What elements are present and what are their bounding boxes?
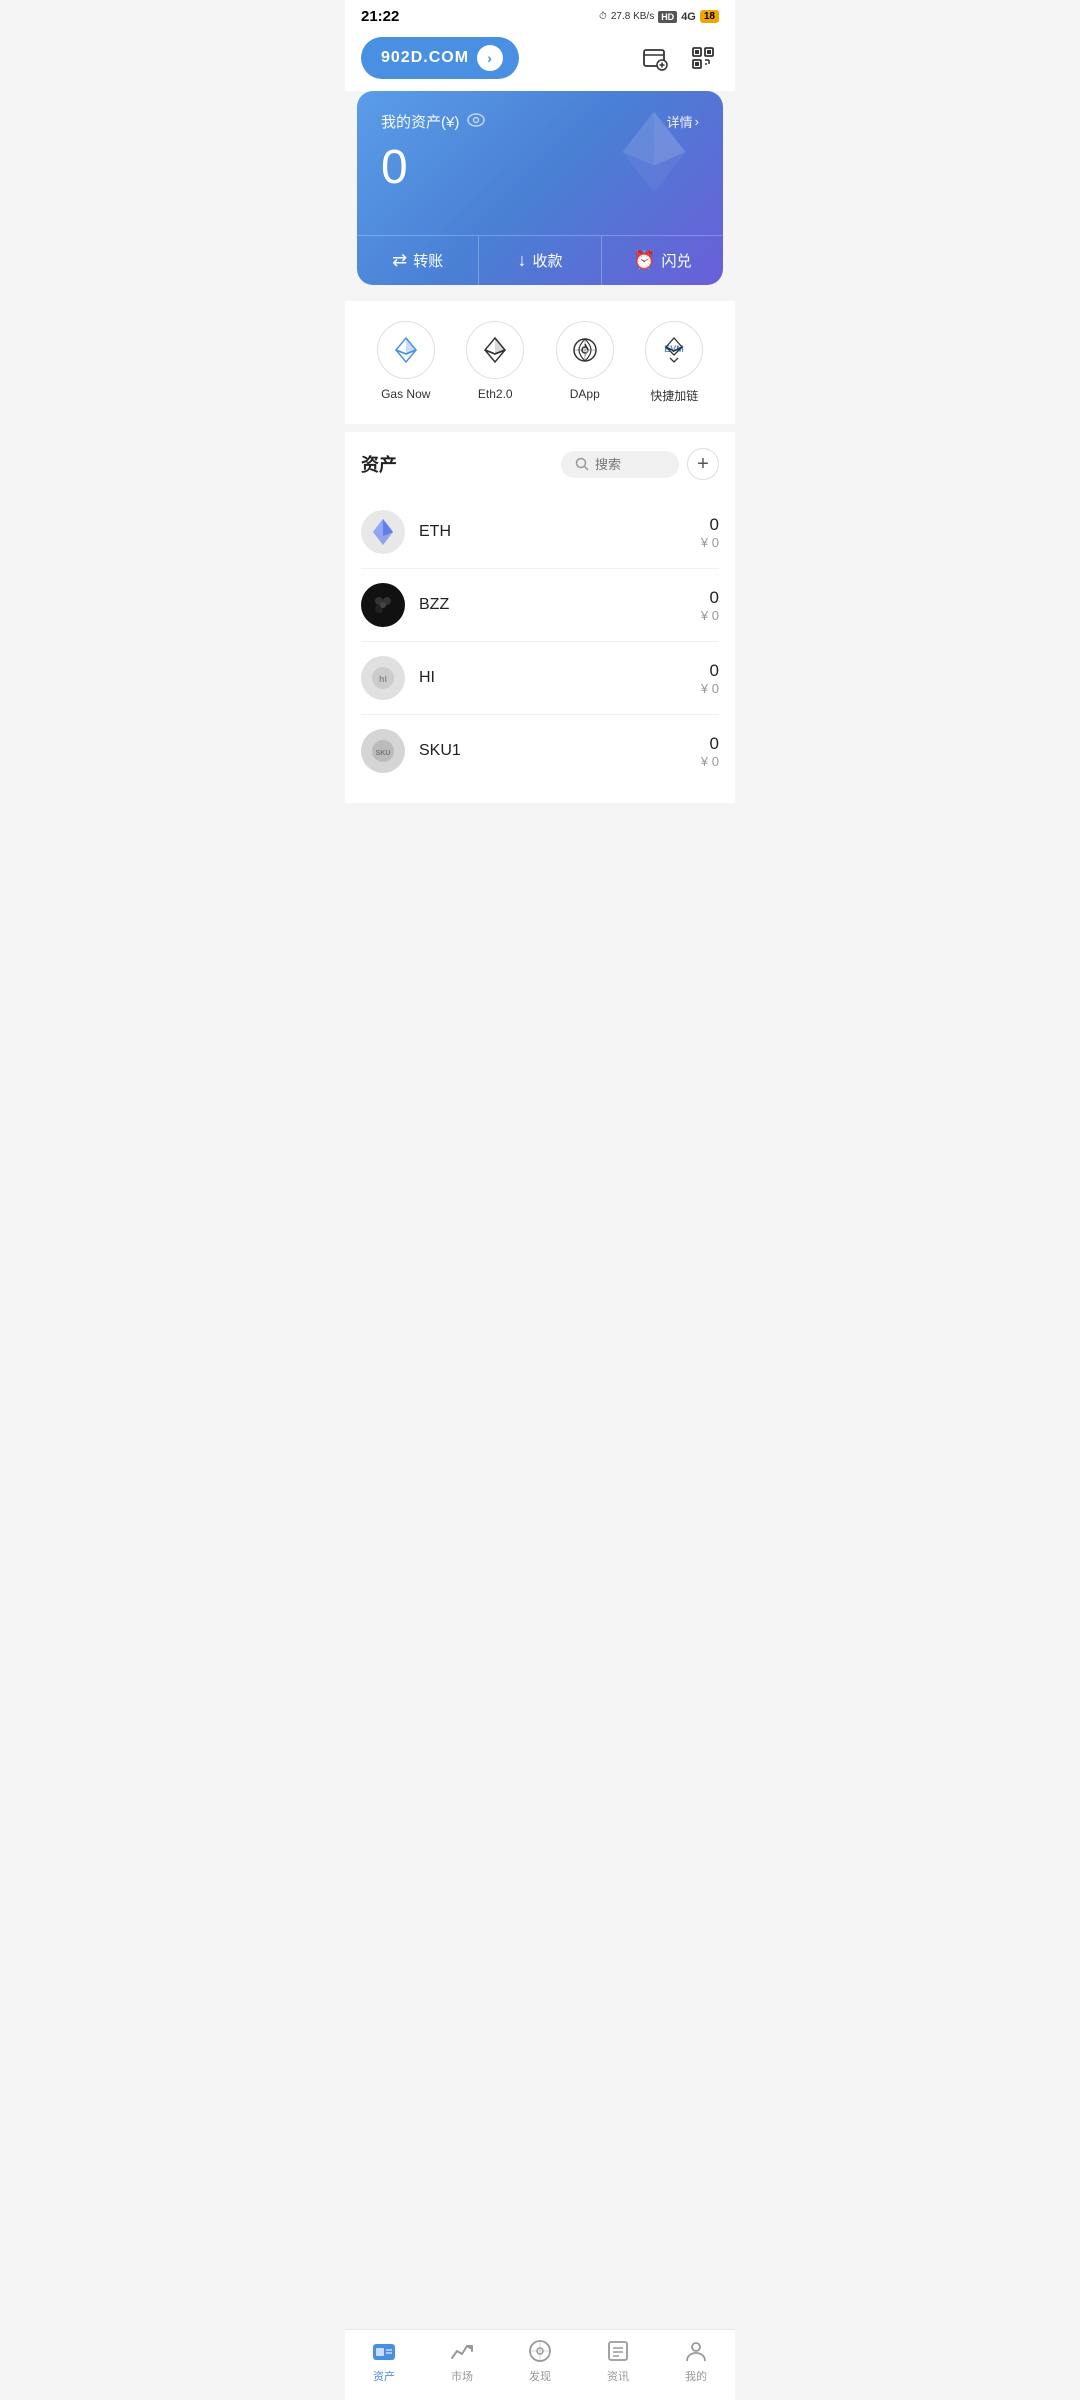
dapp-circle [556,321,614,379]
status-icons: ⏱ 27.8 KB/s HD 4G 18 [599,10,719,23]
asset-row[interactable]: ETH 0 ¥ 0 [361,496,719,569]
status-bar: 21:22 ⏱ 27.8 KB/s HD 4G 18 [345,0,735,29]
scan-button[interactable] [687,42,719,74]
dapp-label: DApp [570,387,600,401]
nav-item-mine[interactable]: 我的 [666,2338,726,2384]
transfer-label: 转账 [413,250,443,271]
discover-nav-icon [527,2338,553,2364]
signal-badge: 4G [681,11,696,23]
discover-nav-label: 发现 [529,2368,551,2384]
hi-amount: 0 [701,661,719,681]
status-time: 21:22 [361,8,399,25]
svg-text:SKU: SKU [376,750,391,757]
gas-now-label: Gas Now [381,387,430,401]
eth-amount: 0 [701,515,719,535]
quick-chain-label: 快捷加链 [650,387,698,404]
asset-actions: ⇄ 转账 ↓ 收款 ⏰ 闪兑 [357,235,723,285]
eth-values: 0 ¥ 0 [701,515,719,550]
nav-item-assets[interactable]: 资产 [354,2338,414,2384]
assets-header: 资产 + [361,448,719,480]
eth-watermark [609,107,699,202]
asset-card: 我的资产(¥) 详情 › 0 ⇄ 转账 ↓ [357,91,723,285]
header-actions [639,42,719,74]
header: 902D.COM › [345,29,735,91]
quick-icons: Gas Now Eth2.0 DApp [345,301,735,424]
assets-title: 资产 [361,451,397,477]
asset-list: ETH 0 ¥ 0 BZZ 0 ¥ 0 [361,496,719,787]
asset-row[interactable]: BZZ 0 ¥ 0 [361,569,719,642]
search-input-wrap[interactable] [561,451,679,478]
eye-icon[interactable] [467,113,485,130]
sku1-amount: 0 [701,734,719,754]
speed-value: 27.8 KB/s [611,11,654,22]
wallet-name: 902D.COM [381,49,469,67]
mine-nav-label: 我的 [685,2368,707,2384]
flash-icon: ⏰ [633,250,655,271]
assets-section: 资产 + E [345,432,735,803]
flash-label: 闪兑 [662,250,692,271]
asset-row[interactable]: SKU SKU1 0 ¥ 0 [361,715,719,787]
search-icon [575,457,589,471]
eth-name: ETH [419,523,701,541]
nav-item-discover[interactable]: 发现 [510,2338,570,2384]
quick-chain-circle: EVM [645,321,703,379]
add-asset-button[interactable]: + [687,448,719,480]
eth-logo [361,510,405,554]
assets-nav-label: 资产 [373,2368,395,2384]
sku1-logo: SKU [361,729,405,773]
wallet-arrow-icon: › [477,45,503,71]
quick-icon-gas-now[interactable]: Gas Now [377,321,435,404]
quick-icon-eth2[interactable]: Eth2.0 [466,321,524,404]
gas-now-circle [377,321,435,379]
eth-cny: ¥ 0 [701,535,719,550]
nav-item-market[interactable]: 市场 [432,2338,492,2384]
bzz-cny: ¥ 0 [701,608,719,623]
news-nav-icon [605,2338,631,2364]
speed-icon: ⏱ [599,11,607,22]
mine-nav-icon [683,2338,709,2364]
add-wallet-button[interactable] [639,42,671,74]
asset-label-text: 我的资产(¥) [381,111,459,132]
search-bar: + [561,448,719,480]
receive-label: 收款 [532,250,562,271]
bzz-logo [361,583,405,627]
asset-row[interactable]: hi HI 0 ¥ 0 [361,642,719,715]
receive-button[interactable]: ↓ 收款 [479,236,601,285]
bzz-amount: 0 [701,588,719,608]
asset-label: 我的资产(¥) [381,111,485,132]
search-input[interactable] [595,457,665,472]
wallet-badge[interactable]: 902D.COM › [361,37,519,79]
receive-icon: ↓ [517,250,526,271]
bottom-nav: 资产 市场 发现 [345,2329,735,2400]
sku1-cny: ¥ 0 [701,754,719,769]
hi-name: HI [419,669,701,687]
flash-button[interactable]: ⏰ 闪兑 [602,236,723,285]
nav-item-news[interactable]: 资讯 [588,2338,648,2384]
market-nav-label: 市场 [451,2368,473,2384]
hd-badge: HD [658,11,677,23]
eth2-circle [466,321,524,379]
sku1-name: SKU1 [419,742,701,760]
transfer-button[interactable]: ⇄ 转账 [357,236,479,285]
sku1-values: 0 ¥ 0 [701,734,719,769]
hi-logo: hi [361,656,405,700]
quick-icon-quick-chain[interactable]: EVM 快捷加链 [645,321,703,404]
assets-nav-icon [371,2338,397,2364]
market-nav-icon [449,2338,475,2364]
hi-values: 0 ¥ 0 [701,661,719,696]
svg-text:hi: hi [379,674,387,684]
bzz-values: 0 ¥ 0 [701,588,719,623]
hi-cny: ¥ 0 [701,681,719,696]
transfer-icon: ⇄ [392,250,407,271]
news-nav-label: 资讯 [607,2368,629,2384]
bzz-name: BZZ [419,596,701,614]
quick-icon-dapp[interactable]: DApp [556,321,614,404]
eth2-label: Eth2.0 [478,387,513,401]
battery-icon: 18 [700,10,719,23]
